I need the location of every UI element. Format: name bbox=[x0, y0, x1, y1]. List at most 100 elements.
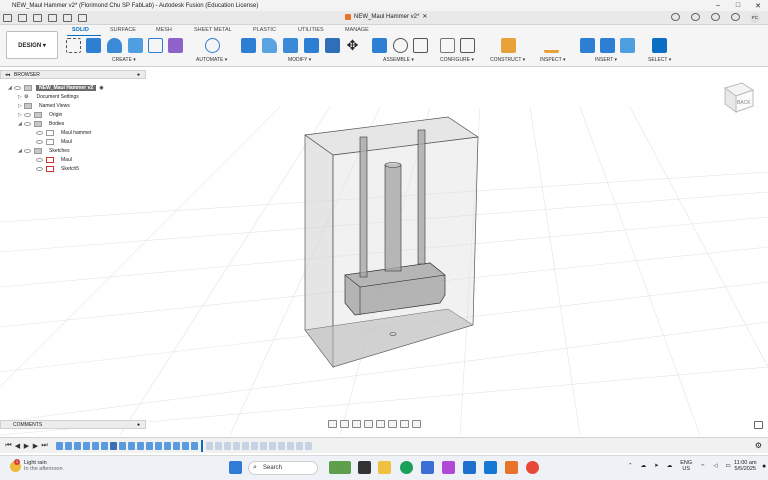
timeline-feature[interactable] bbox=[92, 441, 99, 450]
timeline-feature-suppressed[interactable] bbox=[305, 441, 312, 450]
add-comment-icon[interactable]: ● bbox=[137, 422, 140, 428]
play-icon[interactable]: ▶ bbox=[22, 442, 31, 450]
timeline-feature[interactable] bbox=[173, 441, 180, 450]
group-select[interactable]: SELECT ▾ bbox=[648, 57, 671, 63]
select-icon[interactable] bbox=[652, 38, 667, 53]
copilot-icon[interactable] bbox=[442, 461, 455, 474]
timeline-feature-suppressed[interactable] bbox=[242, 441, 249, 450]
visibility-icon[interactable] bbox=[36, 130, 43, 135]
step-forward-icon[interactable]: ▶ bbox=[31, 442, 40, 450]
insert-derive-icon[interactable] bbox=[580, 38, 595, 53]
chevron-up-icon[interactable]: ⌃ bbox=[628, 463, 633, 469]
press-pull-icon[interactable] bbox=[241, 38, 256, 53]
orbit-icon[interactable] bbox=[328, 420, 337, 428]
workspace-switcher[interactable]: DESIGN ▾ bbox=[6, 31, 58, 59]
tree-item[interactable]: Maul bbox=[8, 137, 148, 146]
joint-icon[interactable] bbox=[393, 38, 408, 53]
group-assemble[interactable]: ASSEMBLE ▾ bbox=[383, 57, 414, 63]
timeline-feature[interactable] bbox=[146, 441, 153, 450]
tab-manage[interactable]: MANAGE bbox=[345, 27, 369, 33]
group-construct[interactable]: CONSTRUCT ▾ bbox=[490, 57, 525, 63]
visibility-icon[interactable] bbox=[24, 148, 31, 153]
table-icon[interactable] bbox=[460, 38, 475, 53]
edge-icon[interactable] bbox=[400, 461, 413, 474]
file-icon[interactable] bbox=[18, 13, 27, 22]
timeline-feature-suppressed[interactable] bbox=[233, 441, 240, 450]
chat-icon[interactable] bbox=[754, 421, 763, 429]
timeline-settings-icon[interactable]: ⚙ bbox=[755, 441, 762, 450]
as-built-joint-icon[interactable] bbox=[413, 38, 428, 53]
add-tab-icon[interactable] bbox=[671, 13, 680, 21]
new-component-icon[interactable] bbox=[168, 38, 183, 53]
clock[interactable]: 11:00 am 5/5/2025 bbox=[734, 460, 757, 472]
taskbar-search[interactable]: ⌕ Search bbox=[248, 461, 318, 475]
timeline-feature[interactable] bbox=[101, 441, 108, 450]
timeline-feature[interactable] bbox=[74, 441, 81, 450]
group-automate[interactable]: AUTOMATE ▾ bbox=[196, 57, 227, 63]
go-to-end-icon[interactable]: ⏭ bbox=[40, 442, 49, 450]
fusion-taskbar-icon[interactable] bbox=[505, 461, 518, 474]
comments-panel[interactable]: COMMENTS ● bbox=[0, 420, 146, 429]
tab-surface[interactable]: SURFACE bbox=[110, 27, 136, 33]
avatar[interactable]: FC bbox=[750, 13, 760, 23]
visibility-icon[interactable] bbox=[36, 157, 43, 162]
wifi-icon[interactable]: ⌔ bbox=[700, 463, 705, 470]
tree-item[interactable]: ▷ Origin bbox=[8, 110, 148, 119]
collapse-icon[interactable]: ◂◂ bbox=[5, 72, 10, 78]
timeline-feature-suppressed[interactable] bbox=[260, 441, 267, 450]
visibility-icon[interactable] bbox=[36, 166, 43, 171]
timeline-feature-suppressed[interactable] bbox=[224, 441, 231, 450]
automate-icon[interactable] bbox=[205, 38, 220, 53]
timeline-feature-suppressed[interactable] bbox=[206, 441, 213, 450]
revolve-icon[interactable] bbox=[107, 38, 122, 53]
outlook-icon[interactable] bbox=[421, 461, 434, 474]
grid-menu-icon[interactable] bbox=[3, 13, 12, 22]
create-sketch-icon[interactable] bbox=[66, 38, 81, 53]
visibility-icon[interactable] bbox=[36, 139, 43, 144]
teams-icon[interactable] bbox=[484, 461, 497, 474]
extrude-icon[interactable] bbox=[86, 38, 101, 53]
close-tab-icon[interactable]: ✕ bbox=[422, 13, 427, 20]
tree-item[interactable]: ◢ Bodies bbox=[8, 119, 148, 128]
timeline-feature-suppressed[interactable] bbox=[287, 441, 294, 450]
onedrive-icon[interactable]: ☁ bbox=[667, 463, 673, 469]
group-create[interactable]: CREATE ▾ bbox=[112, 57, 136, 63]
start-icon[interactable] bbox=[229, 461, 242, 474]
pan-icon[interactable] bbox=[352, 420, 361, 428]
timeline-feature-suppressed[interactable] bbox=[269, 441, 276, 450]
visibility-icon[interactable] bbox=[24, 121, 31, 126]
shell-icon[interactable] bbox=[304, 38, 319, 53]
file-explorer-icon[interactable] bbox=[378, 461, 391, 474]
notifications-icon[interactable] bbox=[711, 13, 720, 21]
timeline-feature[interactable] bbox=[128, 441, 135, 450]
notification-icon[interactable]: ● bbox=[762, 463, 766, 470]
tree-item[interactable]: ▷ ⚙ Document Settings bbox=[8, 92, 148, 101]
timeline-feature[interactable] bbox=[137, 441, 144, 450]
tree-item[interactable]: Maul hammer bbox=[8, 128, 148, 137]
tab-utilities[interactable]: UTILITIES bbox=[298, 27, 324, 33]
save-icon[interactable] bbox=[33, 13, 42, 22]
help-icon[interactable] bbox=[731, 13, 740, 21]
browser-panel-header[interactable]: ◂◂ BROWSER ● bbox=[0, 70, 146, 79]
step-back-icon[interactable]: ◀ bbox=[13, 442, 22, 450]
activate-radio-icon[interactable]: ◉ bbox=[99, 85, 103, 91]
task-view-icon[interactable] bbox=[358, 461, 371, 474]
timeline-feature[interactable] bbox=[164, 441, 171, 450]
chrome-icon[interactable] bbox=[526, 461, 539, 474]
go-to-start-icon[interactable]: ⏮ bbox=[4, 442, 13, 450]
configure-icon[interactable] bbox=[440, 38, 455, 53]
fit-icon[interactable] bbox=[376, 420, 385, 428]
send-icon[interactable]: ➤ bbox=[654, 463, 659, 469]
tab-plastic[interactable]: PLASTIC bbox=[253, 27, 276, 33]
timeline-feature[interactable] bbox=[65, 441, 72, 450]
insert-mesh-icon[interactable] bbox=[600, 38, 615, 53]
display-settings-icon[interactable] bbox=[388, 420, 397, 428]
tree-item[interactable]: ▷ Named Views bbox=[8, 101, 148, 110]
maximize-icon[interactable]: □ bbox=[728, 2, 748, 10]
measure-icon[interactable] bbox=[544, 38, 559, 53]
visibility-icon[interactable] bbox=[14, 85, 21, 90]
timeline-feature[interactable] bbox=[191, 441, 198, 450]
move-icon[interactable]: ✥ bbox=[345, 38, 360, 53]
offset-plane-icon[interactable] bbox=[501, 38, 516, 53]
group-inspect[interactable]: INSPECT ▾ bbox=[540, 57, 565, 63]
